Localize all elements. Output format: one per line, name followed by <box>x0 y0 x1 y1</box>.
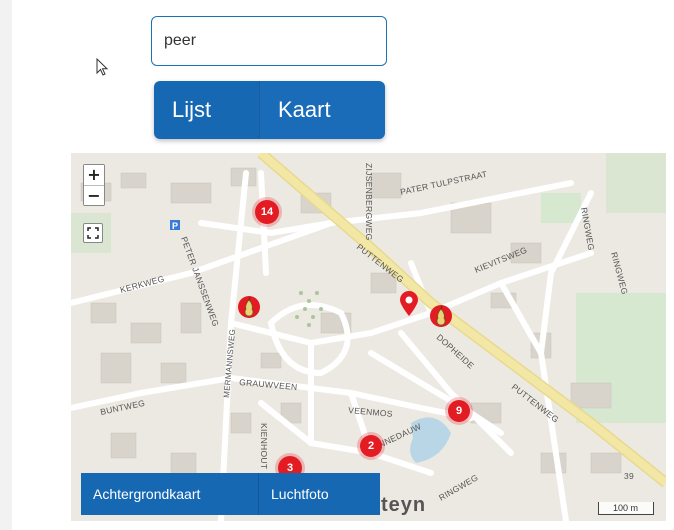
cluster-marker[interactable]: 2 <box>360 435 382 457</box>
scale-bar: 100 m <box>598 502 654 515</box>
elevation-label: 39 <box>624 471 634 481</box>
pear-marker-icon[interactable] <box>237 295 261 321</box>
fullscreen-icon <box>87 227 99 239</box>
list-view-button[interactable]: Lijst <box>154 81 260 139</box>
view-toggle: Lijst Kaart <box>154 81 385 139</box>
mouse-cursor-icon <box>96 58 109 76</box>
zoom-out-button[interactable]: − <box>84 185 104 205</box>
background-map-button[interactable]: Achtergrondkaart <box>81 473 259 515</box>
pear-marker-icon[interactable] <box>429 304 453 330</box>
svg-text:ZIJSENBERGWEG: ZIJSENBERGWEG <box>364 163 374 241</box>
location-pin-icon[interactable] <box>398 291 420 317</box>
zoom-control: + − <box>83 164 105 206</box>
cluster-marker[interactable]: 14 <box>255 200 279 224</box>
map-view-button[interactable]: Kaart <box>260 81 385 139</box>
map-view[interactable]: ZIJSENBERGWEG PATER TULPSTRAAT RINGWEG P… <box>71 153 666 521</box>
aerial-photo-button[interactable]: Luchtfoto <box>259 473 380 515</box>
svg-text:KIENHOUT: KIENHOUT <box>259 423 269 469</box>
search-input[interactable] <box>151 16 387 66</box>
cluster-marker[interactable]: 9 <box>448 400 470 422</box>
zoom-in-button[interactable]: + <box>84 165 104 185</box>
layer-switch: Achtergrondkaart Luchtfoto <box>81 473 380 515</box>
svg-text:P: P <box>172 221 178 231</box>
map-base-layer: ZIJSENBERGWEG PATER TULPSTRAAT RINGWEG P… <box>71 153 666 521</box>
fullscreen-button[interactable] <box>83 223 103 243</box>
place-label: teyn <box>381 494 426 516</box>
